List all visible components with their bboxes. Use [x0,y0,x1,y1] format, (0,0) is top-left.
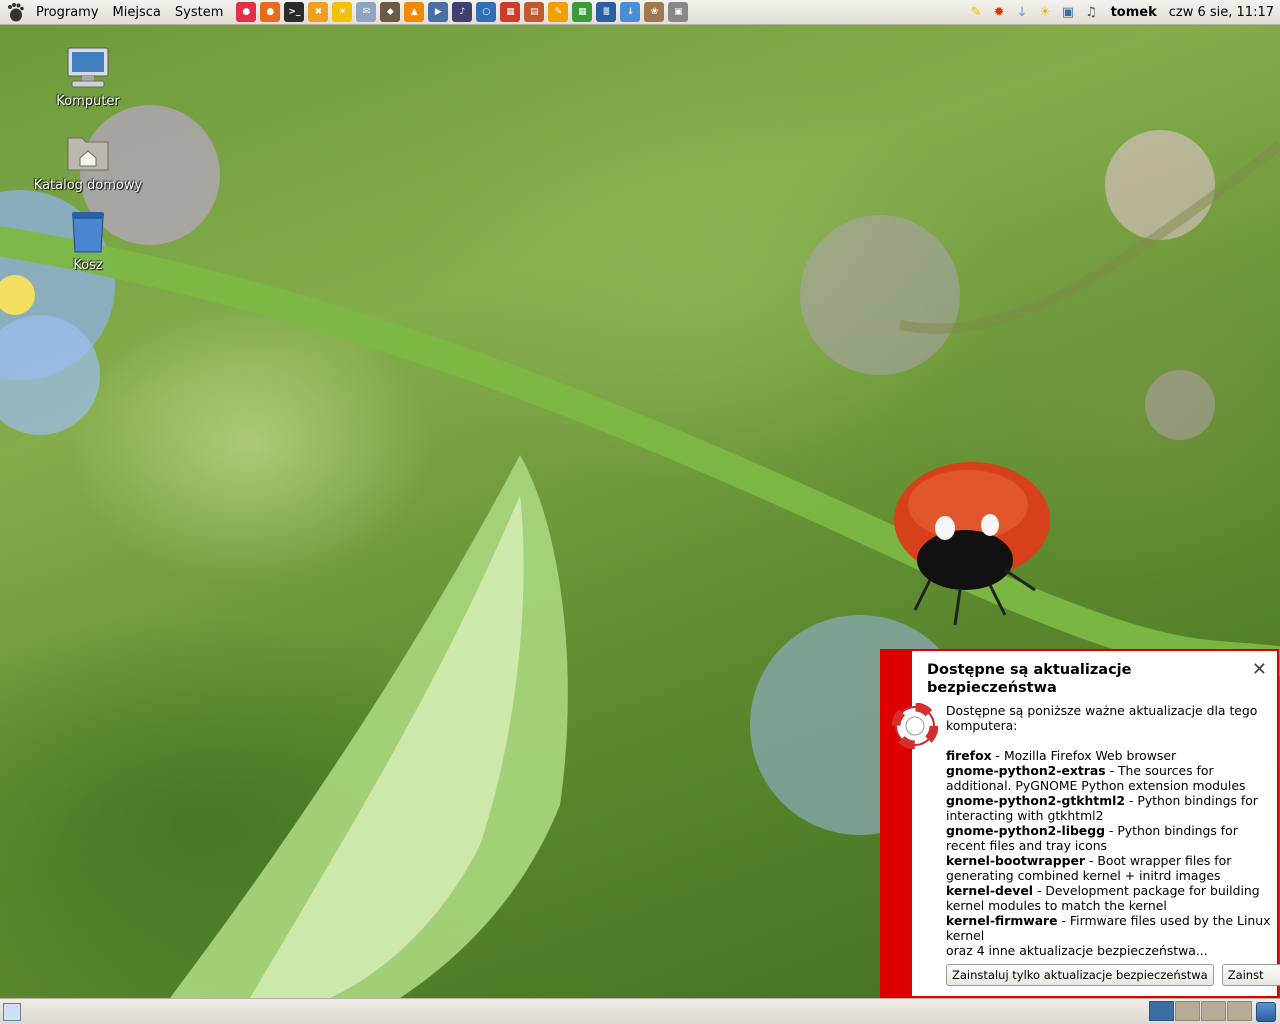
package-item: gnome-python2-gtkhtml2 - Python bindings… [946,793,1271,823]
weather-icon[interactable]: ☀ [1036,3,1055,22]
openoffice-icon[interactable]: ● [236,2,257,22]
package-item: kernel-devel - Development package for b… [946,883,1271,913]
launcher-bar: ● ● >_ ✖ ☀ ✉ ◆ ▲ ▶ ♪ ○ ▦ ▤ ✎ ▦ ≣ ↓ ❀ ▣ [234,2,690,22]
menu-miejsca[interactable]: Miejsca [106,0,168,25]
mail-icon[interactable]: ✉ [356,2,377,22]
system-tray: ✎ ✹ ↓ ☀ ▣ ♫ tomek czw 6 sie, 11:17 [965,0,1280,25]
writer-icon[interactable]: ≣ [596,2,617,22]
notification-title: Dostępne są aktualizacje bezpieczeństwa [927,662,1132,696]
package-name: gnome-python2-libegg [946,823,1105,838]
download-arrow-icon[interactable]: ↓ [1013,3,1032,22]
clock[interactable]: czw 6 sie, 11:17 [1169,5,1274,20]
package-name: kernel-bootwrapper [946,853,1086,868]
desktop-icon-label: Katalog domowy [33,178,143,193]
spreadsheet-icon[interactable]: ▦ [572,2,593,22]
close-icon[interactable]: ✕ [1252,661,1267,679]
database-icon[interactable]: ▤ [524,2,545,22]
workspace-3[interactable] [1201,1001,1226,1021]
package-name: gnome-python2-extras [946,763,1106,778]
tools-icon[interactable]: ✖ [308,2,329,22]
package-item: firefox - Mozilla Firefox Web browser [946,748,1271,763]
mms-icon[interactable]: ♪ [452,2,473,22]
desktop-icon-label: Komputer [56,94,120,109]
network-icon[interactable]: ▣ [1059,3,1078,22]
trash-icon [72,212,104,253]
workspace-1[interactable] [1149,1001,1174,1021]
workspace-2[interactable] [1175,1001,1200,1021]
home-folder-icon [67,137,109,171]
mplayer-icon[interactable]: ▶ [428,2,449,22]
package-name: kernel-devel [946,883,1034,898]
user-name[interactable]: tomek [1111,5,1157,20]
presentation-icon[interactable]: ▦ [500,2,521,22]
top-panel: Programy Miejsca System ● ● >_ ✖ ☀ ✉ ◆ ▲ ▶ ♪ ○ ▦ ▤ ✎ ▦… [0,0,1280,25]
package-item: kernel-firmware - Firmware files used by… [946,913,1271,943]
workspace-4[interactable] [1227,1001,1252,1021]
gnome-foot-icon[interactable] [4,1,26,23]
package-name: firefox [946,748,992,763]
package-name: gnome-python2-gtkhtml2 [946,793,1126,808]
desktop-icon-home[interactable]: Katalog domowy [33,128,143,193]
disk-icon[interactable]: ▣ [668,2,689,22]
desktop-icon-label: Kosz [73,258,103,273]
bottom-panel [0,998,1280,1024]
volume-icon[interactable]: ♫ [1082,3,1101,22]
globe-icon[interactable]: ○ [476,2,497,22]
security-update-notification[interactable]: Dostępne są aktualizacje bezpieczeństwa … [880,649,1280,998]
install-all-button[interactable]: Zainst [1221,964,1280,986]
download-icon[interactable]: ↓ [620,2,641,22]
lifebuoy-icon [892,703,938,749]
bunny-icon[interactable]: ❀ [644,2,665,22]
menu-system[interactable]: System [168,0,230,25]
desktop-icon-trash[interactable]: Kosz [33,208,143,273]
notification-body: Dostępne są poniższe ważne aktualizacje … [946,703,1271,958]
desktop-icon-computer[interactable]: Komputer [33,44,143,109]
package-item: kernel-bootwrapper - Boot wrapper files … [946,853,1271,883]
package-list: firefox - Mozilla Firefox Web browser gno… [946,748,1271,943]
package-item: gnome-python2-libegg - Python bindings f… [946,823,1271,853]
gimp-icon[interactable]: ◆ [380,2,401,22]
notification-intro: Dostępne są poniższe ważne aktualizacje … [946,703,1258,733]
notes-icon[interactable]: ✎ [967,3,986,22]
firefox-icon[interactable]: ● [260,2,281,22]
update-alert-icon[interactable]: ✹ [990,3,1009,22]
trash-applet-icon[interactable] [1256,1002,1276,1022]
package-item: gnome-python2-extras - The sources for a… [946,763,1271,793]
package-name: kernel-firmware [946,913,1058,928]
computer-icon [67,47,109,88]
more-updates-text: oraz 4 inne aktualizacje bezpieczeństwa.… [946,943,1208,958]
menu-programy[interactable]: Programy [29,0,106,25]
terminal-icon[interactable]: >_ [284,2,305,22]
package-description: - Mozilla Firefox Web browser [991,748,1177,763]
vlc-icon[interactable]: ▲ [404,2,425,22]
install-security-only-button[interactable]: Zainstaluj tylko aktualizacje bezpieczeń… [946,964,1214,986]
weather-sun-icon[interactable]: ☀ [332,2,353,22]
draw-icon[interactable]: ✎ [548,2,569,22]
workspace-switcher [1149,1001,1253,1021]
show-desktop-icon[interactable] [3,1003,21,1021]
